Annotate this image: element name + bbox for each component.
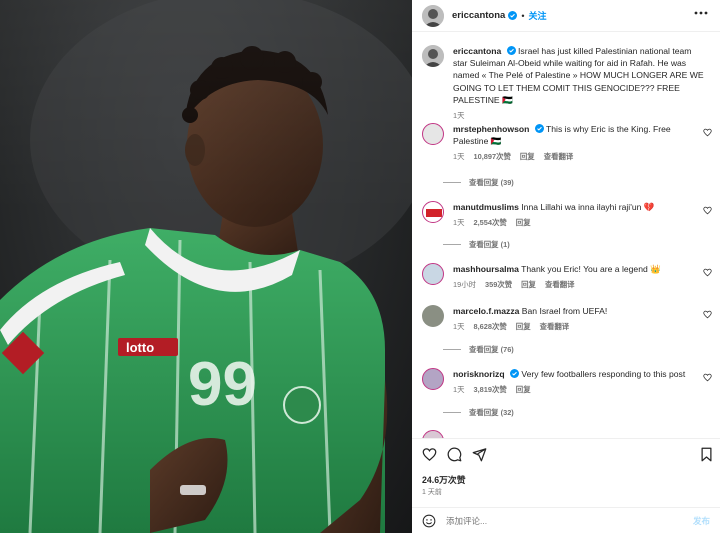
author-username[interactable]: ericcantona [452, 10, 505, 21]
comment-input[interactable] [446, 516, 693, 526]
follow-button[interactable]: 关注 [528, 9, 546, 22]
share-icon[interactable] [472, 447, 487, 462]
heart-icon[interactable] [703, 206, 712, 215]
caption-time: 1天 [453, 111, 465, 121]
action-bar [422, 447, 487, 462]
emoji-icon[interactable] [422, 514, 436, 528]
commenter-avatar[interactable] [422, 305, 444, 327]
comment-likes[interactable]: 2,554次赞 [474, 217, 507, 229]
heart-icon[interactable] [703, 128, 712, 137]
comment-username[interactable]: mashhoursalma [453, 264, 519, 274]
post-photo: lotto 99 [0, 0, 412, 533]
commenter-avatar[interactable] [422, 368, 444, 390]
comment-username[interactable]: norisknorizq [453, 369, 505, 379]
translate-button[interactable]: 查看翻译 [545, 279, 575, 291]
heart-icon[interactable] [422, 447, 437, 462]
comment-time: 1天 [453, 152, 465, 162]
comment-time: 1天 [453, 322, 465, 332]
view-replies-button[interactable]: 查看回复 (76) [443, 344, 514, 355]
reply-button[interactable]: 回复 [516, 321, 531, 333]
translate-button[interactable]: 查看翻译 [540, 321, 570, 333]
verified-icon [534, 124, 544, 133]
heart-icon[interactable] [703, 310, 712, 319]
comment-username[interactable]: marcelo.f.mazza [453, 306, 519, 316]
heart-icon[interactable] [703, 373, 712, 382]
commenter-avatar[interactable] [422, 201, 444, 223]
view-replies-button[interactable]: 查看回复 (1) [443, 239, 510, 250]
comment-likes[interactable]: 3,819次赞 [474, 384, 507, 396]
reply-button[interactable]: 回复 [520, 151, 535, 163]
bookmark-button[interactable] [699, 447, 714, 462]
reply-button[interactable]: 回复 [516, 217, 531, 229]
comment-bar: 发布 [412, 507, 720, 533]
translate-button[interactable]: 查看翻译 [544, 151, 574, 163]
comment-likes[interactable]: 10,897次赞 [474, 151, 511, 163]
post-panel: ericcantona • 关注 ericcantona Israel has … [412, 0, 720, 533]
separator-dot: • [521, 10, 525, 21]
post-footer: 24.6万次赞 1 天前 发布 [412, 438, 720, 533]
view-replies-button[interactable]: 查看回复 (32) [443, 407, 514, 418]
post-header: ericcantona • 关注 [412, 0, 720, 32]
bookmark-icon[interactable] [699, 447, 714, 462]
comment-time: 1天 [453, 385, 465, 395]
post-date: 1 天前 [422, 489, 442, 496]
comment-time: 1天 [453, 218, 465, 228]
view-replies-button[interactable]: 查看回复 (39) [443, 177, 514, 188]
commenter-avatar[interactable] [422, 263, 444, 285]
commenter-avatar[interactable] [422, 123, 444, 145]
caption-avatar[interactable] [422, 45, 444, 67]
verified-icon [509, 369, 519, 378]
comment-time: 19小时 [453, 280, 477, 290]
comment-username[interactable]: manutdmuslims [453, 202, 519, 212]
comment-likes[interactable]: 8,628次赞 [474, 321, 507, 333]
post-comment-button[interactable]: 发布 [693, 515, 710, 527]
verified-icon [506, 46, 516, 55]
reply-button[interactable]: 回复 [516, 384, 531, 396]
comments-list[interactable]: ericcantona Israel has just killed Pales… [412, 33, 720, 438]
comment-icon[interactable] [447, 447, 462, 462]
commenter-avatar[interactable] [422, 430, 444, 438]
heart-icon[interactable] [703, 268, 712, 277]
more-icon[interactable] [694, 10, 708, 16]
caption-username[interactable]: ericcantona [453, 46, 501, 56]
like-count[interactable]: 24.6万次赞 [422, 473, 466, 486]
comment-text: Thank you Eric! You are a legend 👑 [521, 264, 661, 274]
comment-username[interactable]: mrstephenhowson [453, 124, 529, 134]
comment-likes[interactable]: 359次赞 [485, 279, 512, 291]
reply-button[interactable]: 回复 [521, 279, 536, 291]
author-avatar[interactable] [422, 4, 444, 27]
comment-text: Ban Israel from UEFA! [521, 306, 608, 316]
comment-text: Inna Lillahi wa inna ilayhi raji'un 💔 [521, 202, 655, 212]
comment-text: Very few footballers responding to this … [521, 369, 686, 379]
verified-icon [508, 11, 518, 20]
